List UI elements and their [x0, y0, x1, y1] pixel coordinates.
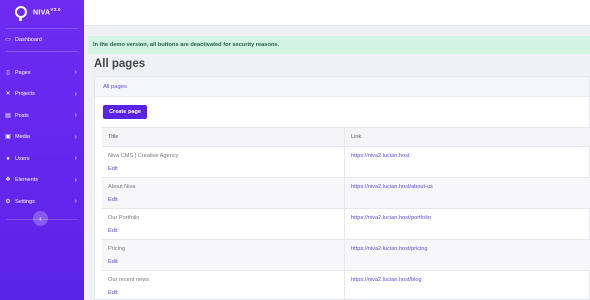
link-cell: https://niva2.lucian.host/portfolio — [345, 209, 590, 239]
elements-icon: ❖ — [5, 177, 11, 184]
page-link[interactable]: https://niva2.lucian.host — [351, 153, 409, 159]
title-cell: Niva CMS | Creative Agency Edit — [102, 147, 345, 177]
link-cell: https://niva2.lucian.host/blog — [345, 271, 590, 300]
page-link[interactable]: https://niva2.lucian.host/blog — [351, 277, 422, 283]
edit-link[interactable]: Edit — [108, 259, 344, 265]
projects-icon: ✕ — [5, 91, 11, 98]
sidebar-item-label: Pages — [15, 69, 31, 76]
table-row: Our Portfolio Edit https://niva2.lucian.… — [102, 209, 590, 240]
sidebar-item-label: Posts — [15, 112, 29, 119]
create-page-button[interactable]: Create page — [103, 105, 147, 119]
table-row: Our recent news Edit https://niva2.lucia… — [102, 271, 590, 300]
chevron-right-icon: › — [74, 133, 77, 141]
users-icon: ● — [6, 155, 10, 162]
breadcrumb: All pages — [95, 77, 589, 97]
page-title-text: Our Portfolio — [108, 215, 140, 221]
niva-logo-icon — [15, 6, 27, 21]
sidebar-item-projects[interactable]: ✕ Projects › — [0, 84, 84, 106]
chevron-left-icon: ‹ — [39, 214, 42, 223]
title-cell: Pricing Edit — [102, 240, 345, 270]
brand-name: NIVAV2.0 — [33, 7, 61, 17]
column-header-title: Title — [102, 128, 345, 146]
brand[interactable]: NIVAV2.0 — [0, 0, 84, 24]
edit-link[interactable]: Edit — [108, 290, 344, 296]
sidebar-item-label: Settings — [15, 198, 35, 205]
page-title-text: Pricing — [108, 246, 126, 252]
page-link[interactable]: https://niva2.lucian.host/pricing — [351, 246, 428, 252]
sidebar-item-settings[interactable]: ⚙ Settings › — [0, 191, 84, 213]
media-icon: ▣ — [5, 134, 11, 141]
sidebar-divider — [6, 51, 78, 52]
sidebar-item-media[interactable]: ▣ Media › — [0, 127, 84, 149]
page-title-text: About Niva — [108, 184, 136, 190]
chevron-right-icon: › — [74, 90, 77, 98]
sidebar-item-label: Projects — [15, 91, 35, 98]
pages-card: All pages Create page Title Link Niva CM… — [94, 76, 590, 300]
edit-link[interactable]: Edit — [108, 228, 344, 234]
column-header-link: Link — [351, 134, 362, 140]
demo-alert: In the demo version, all buttons are dea… — [88, 36, 590, 54]
sidebar-item-users[interactable]: ● Users › — [0, 148, 84, 170]
alert-text: In the demo version, all buttons are dea… — [93, 42, 280, 48]
title-cell: Our recent news Edit — [102, 271, 345, 300]
table-header: Title Link — [102, 128, 590, 147]
breadcrumb-all-pages[interactable]: All pages — [103, 84, 127, 90]
link-cell: https://niva2.lucian.host/pricing — [345, 240, 590, 270]
link-cell: https://niva2.lucian.host/about-us — [345, 178, 590, 208]
chevron-right-icon: › — [74, 155, 77, 163]
sidebar-item-elements[interactable]: ❖ Elements › — [0, 170, 84, 192]
sidebar-item-pages[interactable]: ▯ Pages › — [0, 62, 84, 84]
pages-table: Title Link Niva CMS | Creative Agency Ed… — [102, 127, 590, 300]
page-title-text: Our recent news — [108, 277, 150, 283]
title-cell: Our Portfolio Edit — [102, 209, 345, 239]
edit-link[interactable]: Edit — [108, 166, 344, 172]
sidebar-item-label: Users — [15, 155, 30, 162]
page-link[interactable]: https://niva2.lucian.host/portfolio — [351, 215, 431, 221]
top-bar — [84, 0, 590, 26]
sidebar-item-label: Dashboard — [15, 37, 42, 43]
chevron-right-icon: › — [74, 176, 77, 184]
link-cell: https://niva2.lucian.host — [345, 147, 590, 177]
sidebar: NIVAV2.0 ▭ Dashboard ▯ Pages › ✕ Project… — [0, 0, 84, 300]
collapse-sidebar-button[interactable]: ‹ — [33, 211, 48, 226]
page-title-text: Niva CMS | Creative Agency — [108, 153, 179, 159]
table-row: About Niva Edit https://niva2.lucian.hos… — [102, 178, 590, 209]
page-link[interactable]: https://niva2.lucian.host/about-us — [351, 184, 433, 190]
chevron-right-icon: › — [74, 198, 77, 206]
posts-icon: ▤ — [5, 112, 11, 119]
table-row: Pricing Edit https://niva2.lucian.host/p… — [102, 240, 590, 271]
table-row: Niva CMS | Creative Agency Edit https://… — [102, 147, 590, 178]
edit-link[interactable]: Edit — [108, 197, 344, 203]
sidebar-item-dashboard[interactable]: ▭ Dashboard — [0, 33, 84, 47]
settings-icon: ⚙ — [5, 198, 11, 205]
sidebar-item-label: Media — [15, 134, 30, 141]
sidebar-item-posts[interactable]: ▤ Posts › — [0, 105, 84, 127]
chevron-right-icon: › — [74, 112, 77, 120]
sidebar-divider — [6, 28, 78, 29]
title-cell: About Niva Edit — [102, 178, 345, 208]
sidebar-item-label: Elements — [15, 177, 38, 184]
chevron-right-icon: › — [74, 69, 77, 77]
pages-icon: ▯ — [6, 69, 10, 76]
sidebar-nav: ▯ Pages › ✕ Projects › ▤ Posts › ▣ Media… — [0, 62, 84, 213]
dashboard-icon: ▭ — [5, 37, 11, 43]
page-title: All pages — [94, 58, 146, 70]
